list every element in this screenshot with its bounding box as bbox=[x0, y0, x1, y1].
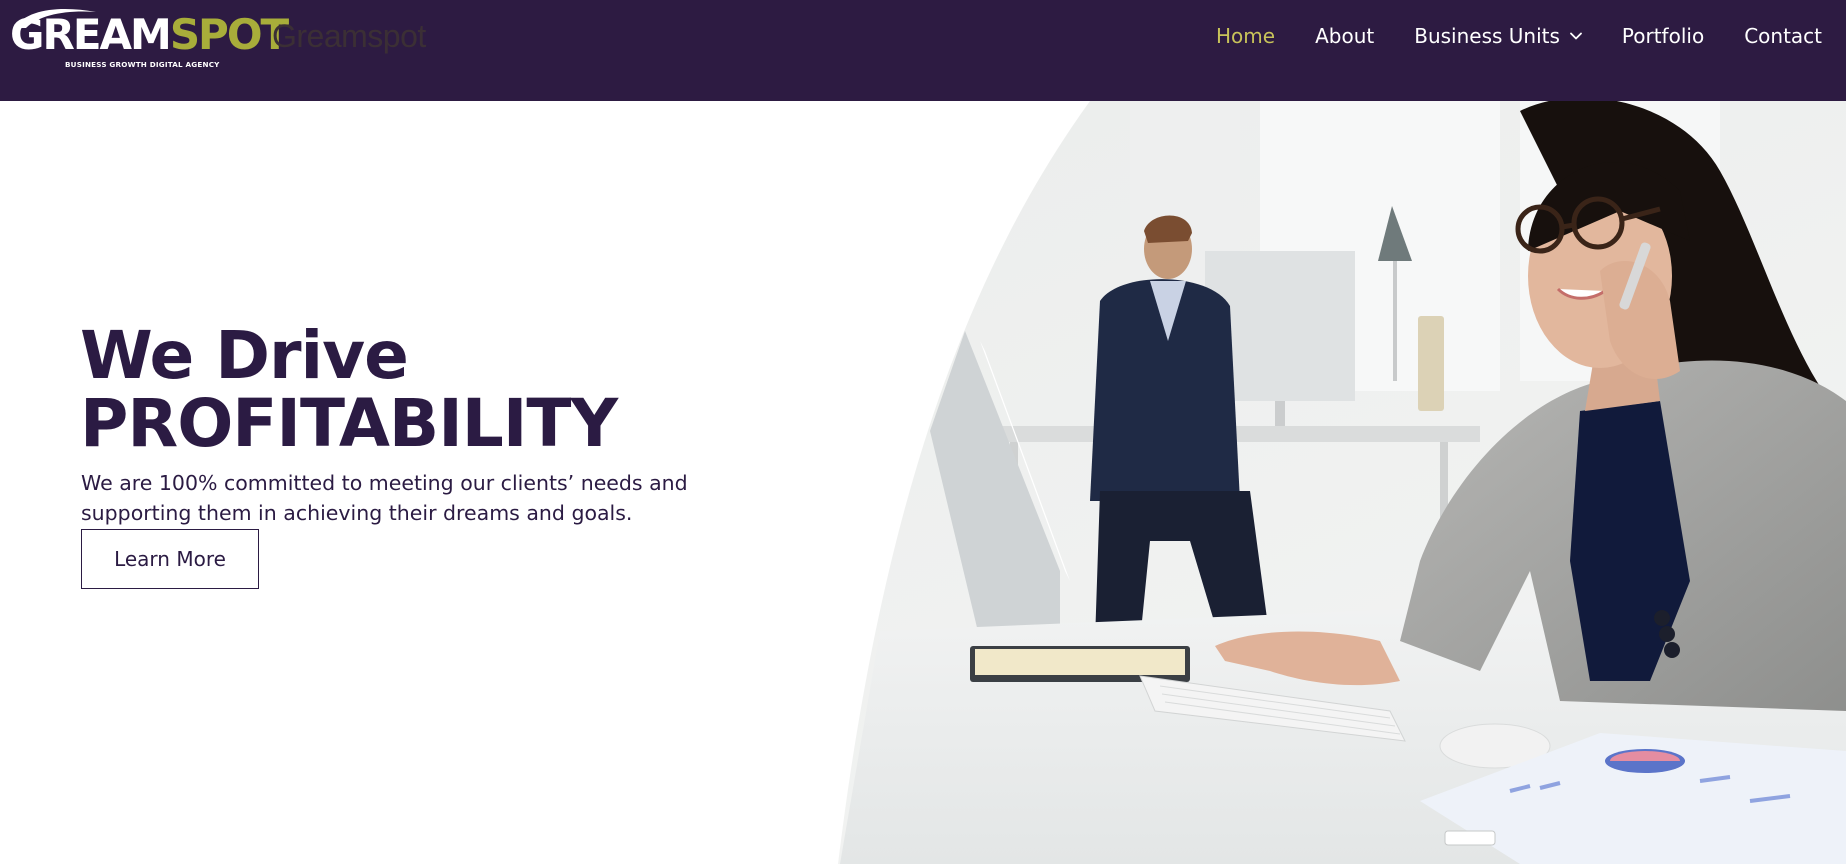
nav-business-units-label: Business Units bbox=[1414, 24, 1560, 48]
chevron-down-icon bbox=[1570, 32, 1582, 40]
hero-headline-line2: PROFITABILITY bbox=[80, 385, 618, 462]
nav-business-units[interactable]: Business Units bbox=[1414, 24, 1582, 48]
hero-subtext: We are 100% committed to meeting our cli… bbox=[81, 471, 688, 525]
hero-headline-line1: We Drive bbox=[80, 317, 409, 394]
nav-portfolio[interactable]: Portfolio bbox=[1622, 24, 1704, 48]
nav-home[interactable]: Home bbox=[1216, 24, 1275, 48]
nav-home-label: Home bbox=[1216, 24, 1276, 48]
nav-contact[interactable]: Contact bbox=[1744, 24, 1822, 48]
logo-tagline: BUSINESS GROWTH DIGITAL AGENCY bbox=[65, 60, 220, 69]
nav-portfolio-label: Portfolio bbox=[1621, 24, 1705, 48]
nav-contact-label: Contact bbox=[1744, 24, 1822, 48]
nav-about[interactable]: About bbox=[1315, 24, 1374, 48]
learn-more-button[interactable]: Learn More bbox=[81, 529, 259, 589]
brand-logo[interactable]: GREAMSPOT BUSINESS GROWTH DIGITAL AGENCY bbox=[10, 8, 289, 72]
hero-headline: We Drive PROFITABILITY bbox=[80, 317, 618, 462]
main-nav: Home About Business Units Portfolio Cont… bbox=[1216, 24, 1822, 48]
logo-wordmark: GREAMSPOT bbox=[10, 10, 289, 59]
site-header: GREAMSPOT BUSINESS GROWTH DIGITAL AGENCY… bbox=[0, 0, 1846, 101]
site-title[interactable]: Greamspot bbox=[272, 18, 426, 55]
nav-about-label: About bbox=[1315, 24, 1375, 48]
